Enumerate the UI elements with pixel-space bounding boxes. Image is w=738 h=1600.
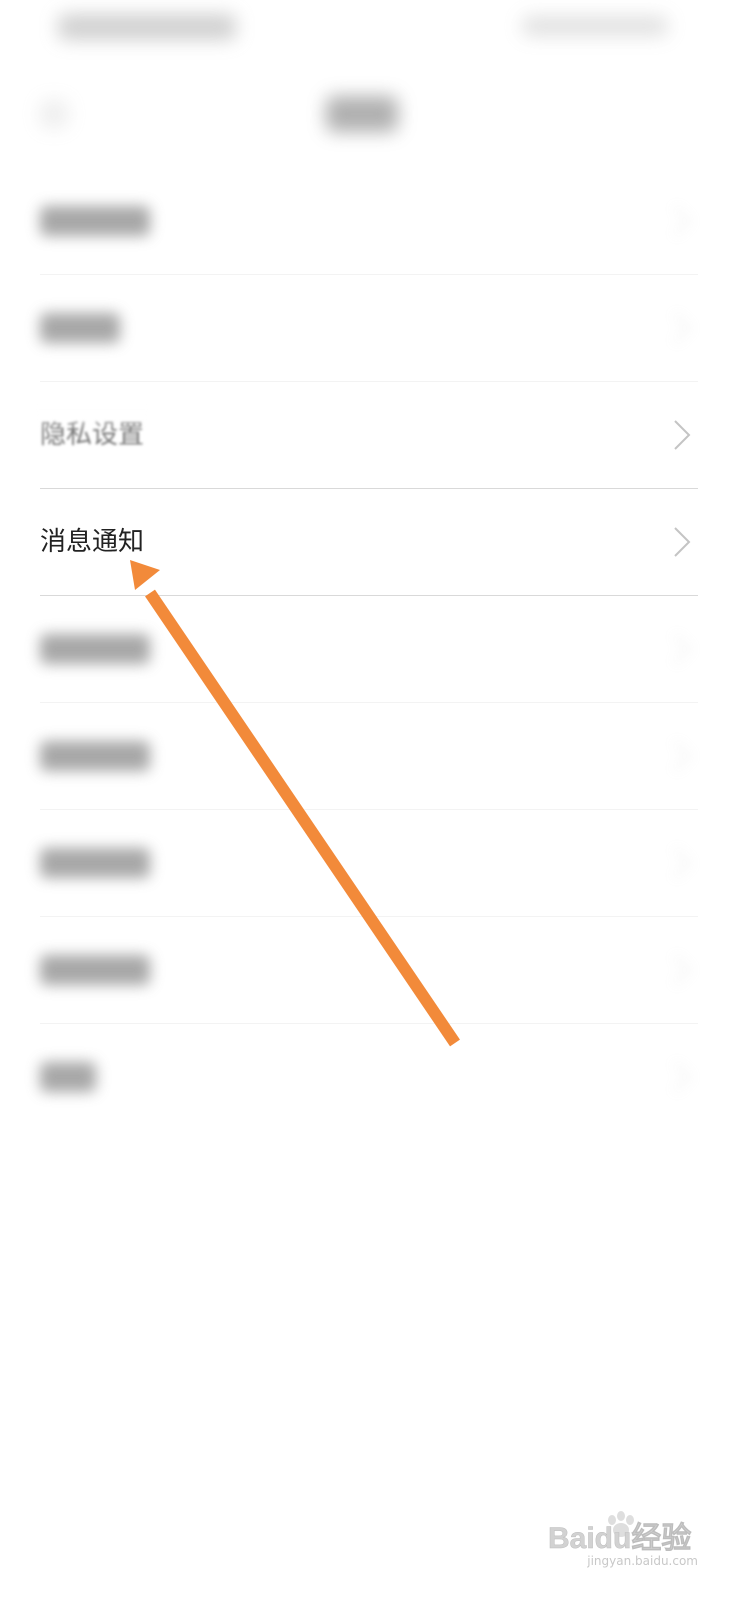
- settings-row[interactable]: [40, 917, 698, 1023]
- watermark-url: jingyan.baidu.com: [587, 1554, 698, 1568]
- baidu-paw-logo: Baidu经验: [548, 1511, 692, 1552]
- watermark: Baidu经验 jingyan.baidu.com: [548, 1508, 698, 1568]
- status-bar: [0, 0, 738, 60]
- settings-row[interactable]: [40, 275, 698, 381]
- settings-list: 隐私设置 消息通知: [0, 168, 738, 1130]
- page-title: [326, 96, 398, 132]
- status-bar-right-blur: [522, 16, 668, 36]
- settings-row[interactable]: 消息通知: [40, 489, 698, 595]
- chevron-right-icon: [674, 741, 691, 771]
- settings-row[interactable]: [40, 703, 698, 809]
- settings-row-label: [40, 313, 120, 343]
- chevron-right-icon: [674, 206, 691, 236]
- settings-row[interactable]: 隐私设置: [35, 382, 698, 488]
- status-bar-left-blur: [58, 14, 236, 40]
- settings-row-label: [40, 1062, 96, 1092]
- settings-row-label: [40, 741, 150, 771]
- settings-row[interactable]: [40, 1024, 698, 1130]
- chevron-right-icon: [674, 634, 691, 664]
- nav-bar: [0, 70, 738, 160]
- settings-row[interactable]: [40, 596, 698, 702]
- chevron-right-icon: [674, 848, 691, 878]
- settings-row-label: [40, 848, 150, 878]
- settings-row[interactable]: [40, 810, 698, 916]
- settings-row-label: 消息通知: [40, 527, 145, 557]
- chevron-right-icon: [674, 527, 691, 557]
- watermark-brand: Baidu经验: [548, 1521, 691, 1552]
- settings-row-label: [40, 955, 150, 985]
- chevron-right-icon: [674, 1062, 691, 1092]
- chevron-right-icon: [674, 420, 691, 450]
- settings-row-label: [40, 206, 150, 236]
- settings-row-label: 隐私设置: [35, 404, 149, 450]
- settings-row[interactable]: [40, 168, 698, 274]
- back-arrow-icon[interactable]: [40, 100, 68, 128]
- chevron-right-icon: [674, 955, 691, 985]
- chevron-right-icon: [674, 313, 691, 343]
- settings-row-label: [40, 634, 150, 664]
